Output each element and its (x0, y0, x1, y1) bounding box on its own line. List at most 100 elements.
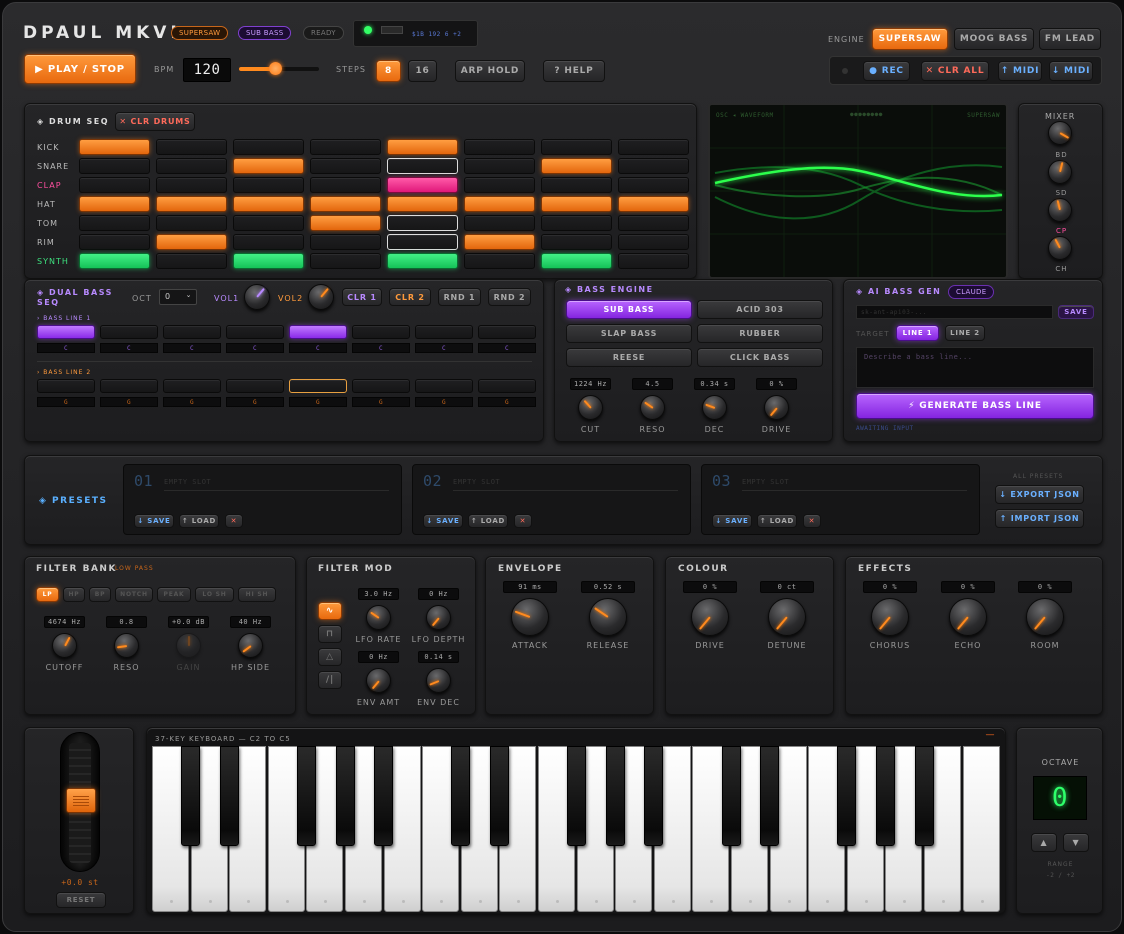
drum-step[interactable] (618, 234, 689, 250)
drum-step[interactable] (310, 196, 381, 212)
steps-16-button[interactable]: 16 (408, 60, 437, 82)
drum-step[interactable] (310, 158, 381, 174)
bass-engine-knob-2[interactable] (702, 395, 727, 420)
pitch-wheel-handle[interactable] (66, 788, 96, 813)
bass-engine-knob-1[interactable] (640, 395, 665, 420)
bass-line1-step[interactable] (352, 325, 410, 339)
rec-button[interactable]: ● REC (863, 61, 910, 81)
drum-step[interactable] (79, 177, 150, 193)
lfo-shape-button[interactable]: △ (318, 648, 342, 666)
black-key[interactable] (721, 746, 741, 846)
drum-step[interactable] (310, 234, 381, 250)
bass-line1-step[interactable] (100, 325, 158, 339)
drum-step[interactable] (79, 253, 150, 269)
bass-mode-button[interactable]: ACID 303 (697, 300, 823, 319)
drum-step[interactable] (310, 253, 381, 269)
black-key[interactable] (335, 746, 355, 846)
preset-save-button[interactable]: ↓ SAVE (712, 514, 752, 528)
lfo-shape-button[interactable]: ⊓ (318, 625, 342, 643)
drum-step[interactable] (233, 158, 304, 174)
filter-type-button[interactable]: LP (36, 587, 59, 602)
bass-line1-step[interactable] (289, 325, 347, 339)
drum-step[interactable] (310, 177, 381, 193)
drum-step[interactable] (541, 177, 612, 193)
filter-type-button[interactable]: BP (89, 587, 111, 602)
octave-down-button[interactable]: ▼ (1063, 833, 1089, 852)
drum-step[interactable] (233, 215, 304, 231)
random-line1-button[interactable]: RND 1 (438, 288, 481, 306)
bpm-slider[interactable] (239, 62, 319, 75)
bass-line1-step[interactable] (37, 325, 95, 339)
bass-line2-step[interactable] (478, 379, 536, 393)
preset-load-button[interactable]: ↑ LOAD (468, 514, 508, 528)
bass-line1-note[interactable]: C (37, 343, 95, 353)
drum-step[interactable] (464, 177, 535, 193)
bass-line2-note[interactable]: G (478, 397, 536, 407)
bpm-slider-thumb[interactable] (269, 62, 282, 75)
drum-step[interactable] (310, 215, 381, 231)
preset-save-button[interactable]: ↓ SAVE (423, 514, 463, 528)
vol1-knob[interactable] (244, 284, 270, 310)
white-key[interactable] (962, 746, 1000, 912)
bass-line1-step[interactable] (226, 325, 284, 339)
black-key[interactable] (181, 746, 201, 846)
clear-all-button[interactable]: ✕ CLR ALL (921, 61, 989, 81)
bass-engine-knob-3[interactable] (764, 395, 789, 420)
bass-line2-note[interactable]: G (415, 397, 473, 407)
filter-bank-knob-0[interactable] (52, 633, 77, 658)
bass-line2-step[interactable] (289, 379, 347, 393)
effects-knob-2[interactable] (1026, 598, 1064, 636)
oct-select[interactable]: 0 ⌄ (159, 289, 197, 305)
drum-step[interactable] (156, 234, 227, 250)
effects-knob-1[interactable] (949, 598, 987, 636)
drum-step[interactable] (387, 215, 458, 231)
drum-step[interactable] (618, 158, 689, 174)
mixer-knob-sd[interactable] (1048, 198, 1072, 222)
lfo-shape-button[interactable]: ∿ (318, 602, 342, 620)
bass-line1-step[interactable] (478, 325, 536, 339)
drum-step[interactable] (618, 139, 689, 155)
filter-mod-knob-0[interactable] (366, 605, 391, 630)
envelope-knob-0[interactable] (511, 598, 549, 636)
drum-step[interactable] (541, 139, 612, 155)
drum-step[interactable] (156, 215, 227, 231)
drum-step[interactable] (464, 253, 535, 269)
filter-type-button[interactable]: HI SH (238, 587, 276, 602)
bass-line2-note[interactable]: G (226, 397, 284, 407)
drum-step[interactable] (233, 196, 304, 212)
filter-type-button[interactable]: NOTCH (115, 587, 153, 602)
filter-bank-knob-1[interactable] (114, 633, 139, 658)
drum-step[interactable] (310, 139, 381, 155)
drum-step[interactable] (156, 196, 227, 212)
drum-step[interactable] (156, 158, 227, 174)
drum-step[interactable] (387, 158, 458, 174)
filter-type-button[interactable]: HP (63, 587, 85, 602)
mixer-knob-cp[interactable] (1048, 236, 1072, 260)
bass-mode-button[interactable]: CLICK BASS (697, 348, 823, 367)
bass-line2-note[interactable]: G (352, 397, 410, 407)
drum-step[interactable] (79, 139, 150, 155)
filter-mod-knob-1[interactable] (426, 605, 451, 630)
black-key[interactable] (489, 746, 509, 846)
drum-step[interactable] (464, 139, 535, 155)
drum-step[interactable] (156, 253, 227, 269)
filter-bank-knob-3[interactable] (238, 633, 263, 658)
drum-step[interactable] (541, 196, 612, 212)
bass-line1-note[interactable]: C (100, 343, 158, 353)
filter-type-button[interactable]: PEAK (157, 587, 191, 602)
drum-step[interactable] (233, 253, 304, 269)
effects-knob-0[interactable] (871, 598, 909, 636)
random-line2-button[interactable]: RND 2 (488, 288, 531, 306)
bass-line2-note[interactable]: G (100, 397, 158, 407)
drum-step[interactable] (156, 139, 227, 155)
mixer-knob-bd[interactable] (1048, 160, 1072, 184)
drum-step[interactable] (79, 234, 150, 250)
drum-step[interactable] (618, 196, 689, 212)
envelope-knob-1[interactable] (589, 598, 627, 636)
bass-line2-note[interactable]: G (163, 397, 221, 407)
black-key[interactable] (605, 746, 625, 846)
help-button[interactable]: ? HELP (543, 60, 605, 82)
bass-line2-step[interactable] (163, 379, 221, 393)
bass-line1-note[interactable]: C (352, 343, 410, 353)
bass-mode-button[interactable]: REESE (566, 348, 692, 367)
